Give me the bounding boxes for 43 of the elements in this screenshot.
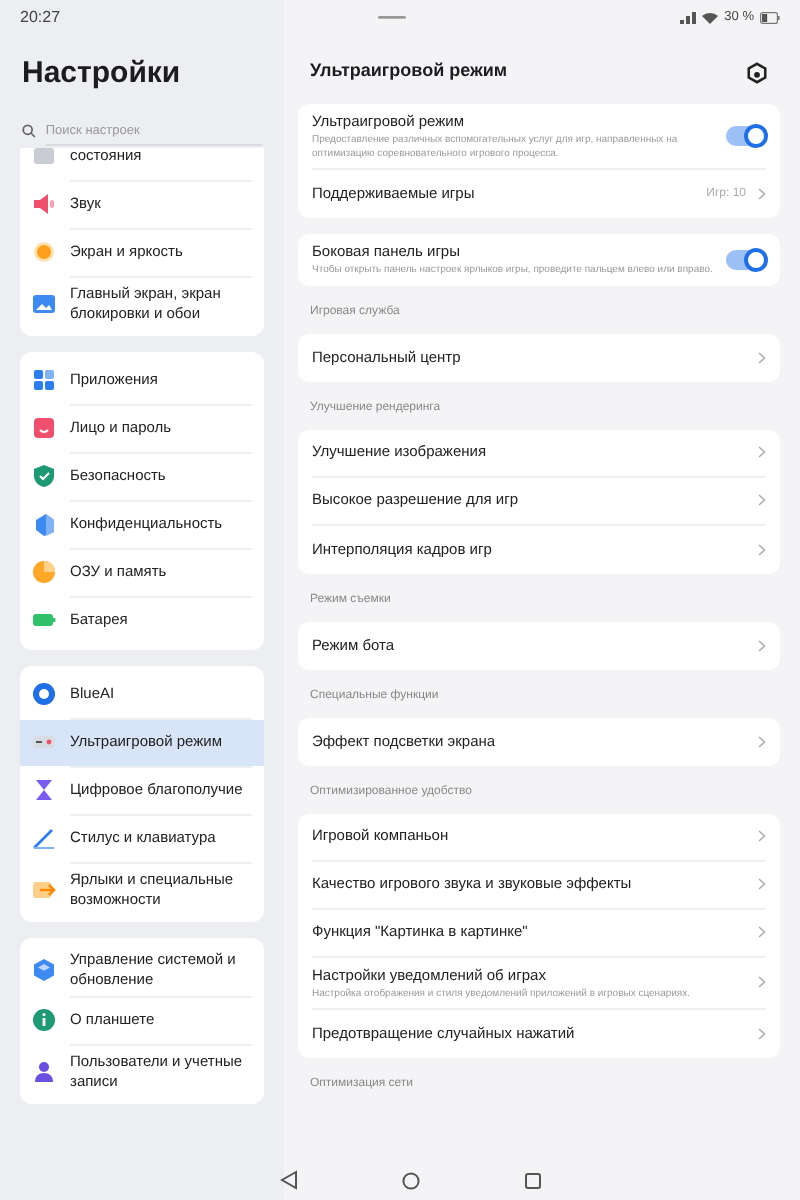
chevron-icon [758, 446, 766, 458]
chevron-icon [758, 926, 766, 938]
face-icon [32, 416, 56, 440]
page-title: Настройки [20, 54, 183, 94]
toggle-switch[interactable] [726, 126, 766, 146]
hourglass-icon [32, 778, 56, 802]
game-logo-icon[interactable] [746, 61, 768, 83]
page-heading: Ультраигровой режим [310, 58, 508, 85]
shield-icon [32, 464, 56, 488]
cube-icon [32, 512, 56, 536]
chevron-icon [758, 830, 766, 842]
home-icon[interactable] [401, 1171, 419, 1189]
pie-icon [32, 560, 56, 584]
back-icon[interactable] [279, 1170, 297, 1190]
search-icon [22, 124, 36, 138]
wifi-icon [702, 12, 719, 24]
battery-icon [760, 12, 780, 24]
hexagon-icon [32, 957, 56, 981]
battery-icon [32, 608, 56, 632]
chevron-icon [758, 494, 766, 506]
recents-icon[interactable] [523, 1171, 541, 1189]
chevron-icon [758, 188, 766, 200]
sun-icon [32, 240, 56, 264]
status-icon [32, 147, 56, 168]
info-icon [32, 1008, 56, 1032]
pen-icon [32, 826, 56, 850]
picture-icon [32, 291, 56, 315]
chevron-icon [758, 976, 766, 989]
chevron-icon [758, 543, 766, 555]
toggle-switch[interactable] [726, 249, 766, 270]
person-icon [32, 1059, 56, 1083]
speaker-icon [32, 192, 56, 216]
signal-icon [680, 12, 697, 24]
chevron-icon [758, 639, 766, 651]
grid-icon [32, 368, 56, 392]
drag-handle[interactable] [378, 16, 406, 20]
status-time: 20:27 [20, 6, 61, 30]
chevron-icon [758, 351, 766, 363]
chevron-icon [758, 735, 766, 747]
chevron-icon [758, 878, 766, 890]
chevron-icon [758, 1028, 766, 1040]
arrow-icon [32, 877, 56, 901]
gamepad-icon [32, 730, 56, 754]
